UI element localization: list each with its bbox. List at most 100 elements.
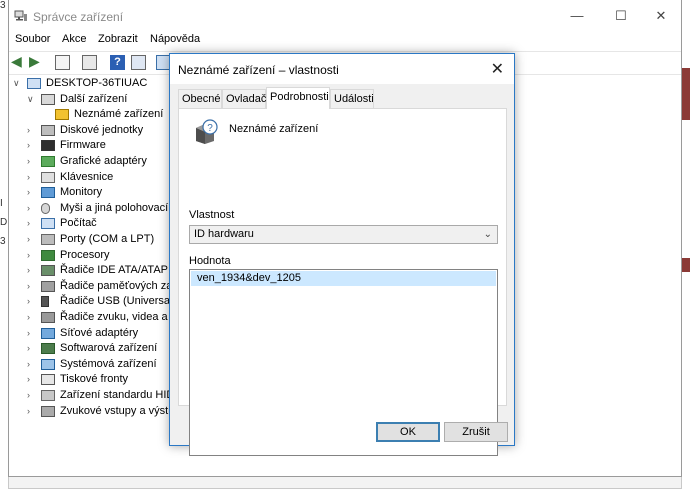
- menu-napoveda[interactable]: Nápověda: [150, 33, 200, 45]
- close-button[interactable]: ✕: [639, 0, 683, 32]
- ok-button[interactable]: OK: [376, 422, 440, 442]
- properties-icon[interactable]: [55, 55, 70, 70]
- usb-icon: [41, 296, 49, 308]
- chevron-right-icon[interactable]: ›: [27, 372, 30, 387]
- minimize-button[interactable]: —: [555, 0, 599, 32]
- chevron-right-icon[interactable]: ›: [27, 388, 30, 403]
- chevron-right-icon[interactable]: ›: [27, 232, 30, 247]
- dialog-title: Neznámé zařízení – vlastnosti: [178, 63, 339, 77]
- tab-obecne[interactable]: Obecné: [178, 89, 222, 108]
- device-manager-icon: [14, 10, 27, 21]
- cancel-button[interactable]: Zrušit: [444, 422, 508, 442]
- chevron-down-icon[interactable]: ∨: [27, 92, 34, 107]
- other-devices-icon: [41, 93, 55, 105]
- mouse-icon: [41, 202, 50, 214]
- chevron-right-icon[interactable]: ›: [27, 201, 30, 216]
- chevron-right-icon[interactable]: ›: [27, 263, 30, 278]
- ide-controller-icon: [41, 265, 55, 277]
- window-title: Správce zařízení: [33, 10, 124, 24]
- menu-bar: Soubor Akce Zobrazit Nápověda: [9, 32, 681, 50]
- details-panel: ? Neznámé zařízení Vlastnost ID hardwaru…: [178, 108, 507, 456]
- menu-akce[interactable]: Akce: [62, 33, 86, 45]
- unknown-device-warning-icon: [55, 109, 69, 121]
- list-item[interactable]: ven_1934&dev_1205: [191, 271, 496, 286]
- status-bar: [8, 477, 682, 489]
- svg-text:?: ?: [207, 123, 213, 134]
- chevron-right-icon[interactable]: ›: [27, 170, 30, 185]
- display-adapter-icon: [41, 156, 55, 167]
- chevron-right-icon[interactable]: ›: [27, 138, 30, 153]
- chevron-right-icon[interactable]: ›: [27, 216, 30, 231]
- chevron-right-icon[interactable]: ›: [27, 279, 30, 294]
- printer-icon: [41, 374, 55, 386]
- tree-item-label: Neznámé zařízení: [74, 108, 164, 121]
- chevron-right-icon[interactable]: ›: [27, 326, 30, 341]
- tree-item-label: Porty (COM a LPT): [60, 233, 155, 245]
- background-text: I: [0, 198, 3, 209]
- tree-item-label: Zařízení standardu HID: [60, 389, 175, 401]
- storage-controller-icon: [41, 280, 55, 292]
- processor-icon: [41, 249, 55, 261]
- chevron-right-icon[interactable]: ›: [27, 341, 30, 356]
- tree-item-label: Další zařízení: [60, 92, 128, 105]
- chevron-right-icon[interactable]: ›: [27, 248, 30, 263]
- list-view-icon[interactable]: [82, 55, 97, 70]
- maximize-button[interactable]: ☐: [599, 0, 643, 32]
- software-device-icon: [41, 343, 55, 355]
- device-name: Neznámé zařízení: [229, 123, 319, 135]
- forward-arrow-icon[interactable]: ▶: [29, 54, 44, 70]
- chevron-right-icon[interactable]: ›: [27, 404, 30, 419]
- unknown-device-icon: ?: [196, 119, 218, 144]
- tab-podrobnosti[interactable]: Podrobnosti: [266, 87, 330, 109]
- tree-item-label: Myši a jiná polohovací z: [60, 201, 177, 214]
- back-arrow-icon[interactable]: ◀: [11, 54, 26, 70]
- tree-item-label: Softwarová zařízení: [60, 342, 158, 355]
- property-label: Vlastnost: [189, 209, 235, 221]
- tab-udalosti[interactable]: Události: [330, 89, 374, 108]
- chevron-right-icon[interactable]: ›: [27, 357, 30, 372]
- background-text: D: [0, 217, 8, 228]
- properties-dialog: Neznámé zařízení – vlastnosti ✕ Obecné O…: [169, 53, 515, 456]
- tree-item-label: Zvukové vstupy a výstup: [60, 404, 181, 417]
- network-adapter-icon: [41, 327, 55, 339]
- value-label: Hodnota: [189, 255, 231, 267]
- tab-ovladac[interactable]: Ovladač: [222, 89, 266, 108]
- chevron-down-icon[interactable]: ∨: [13, 76, 20, 91]
- chevron-down-icon: ⌄: [483, 229, 492, 240]
- computer-icon: [41, 218, 55, 230]
- disk-drive-icon: [41, 124, 55, 136]
- close-icon[interactable]: ✕: [491, 59, 504, 79]
- tree-item-label: Počítač: [60, 217, 97, 230]
- keyboard-icon: [41, 171, 55, 183]
- firmware-icon: [41, 140, 55, 152]
- tree-item-label: Procesory: [60, 248, 110, 261]
- help-icon[interactable]: ?: [110, 55, 125, 70]
- computer-icon: [27, 78, 41, 89]
- tree-item-label: Řadiče IDE ATA/ATAPI: [60, 264, 172, 277]
- tree-item-label: Firmware: [60, 139, 106, 152]
- property-selected-value: ID hardwaru: [194, 228, 254, 240]
- update-driver-icon[interactable]: [131, 55, 146, 70]
- tree-item-label: Monitory: [60, 186, 103, 199]
- tree-item-label: Klávesnice: [60, 170, 114, 183]
- chevron-right-icon[interactable]: ›: [27, 294, 30, 309]
- dialog-title-bar[interactable]: Neznámé zařízení – vlastnosti ✕: [170, 54, 514, 84]
- background-text: 3: [0, 0, 6, 11]
- property-dropdown[interactable]: ID hardwaru ⌄: [189, 225, 498, 244]
- tree-item-label: Řadiče zvuku, videa a he: [60, 311, 183, 323]
- background-text: 3: [0, 236, 6, 247]
- tree-item-label: Grafické adaptéry: [60, 155, 147, 167]
- chevron-right-icon[interactable]: ›: [27, 185, 30, 200]
- title-bar[interactable]: Správce zařízení — ☐ ✕: [9, 0, 681, 32]
- menu-zobrazit[interactable]: Zobrazit: [98, 33, 138, 45]
- tree-item-label: Diskové jednotky: [60, 123, 144, 136]
- sound-icon: [41, 312, 55, 323]
- tree-item-label: Síťové adaptéry: [60, 326, 139, 339]
- audio-io-icon: [41, 405, 55, 417]
- chevron-right-icon[interactable]: ›: [27, 123, 30, 138]
- chevron-right-icon[interactable]: ›: [27, 310, 30, 325]
- port-icon: [41, 234, 55, 245]
- chevron-right-icon[interactable]: ›: [27, 154, 30, 169]
- menu-soubor[interactable]: Soubor: [15, 33, 50, 45]
- tree-item-label: Řadiče paměťových zaří: [60, 279, 180, 292]
